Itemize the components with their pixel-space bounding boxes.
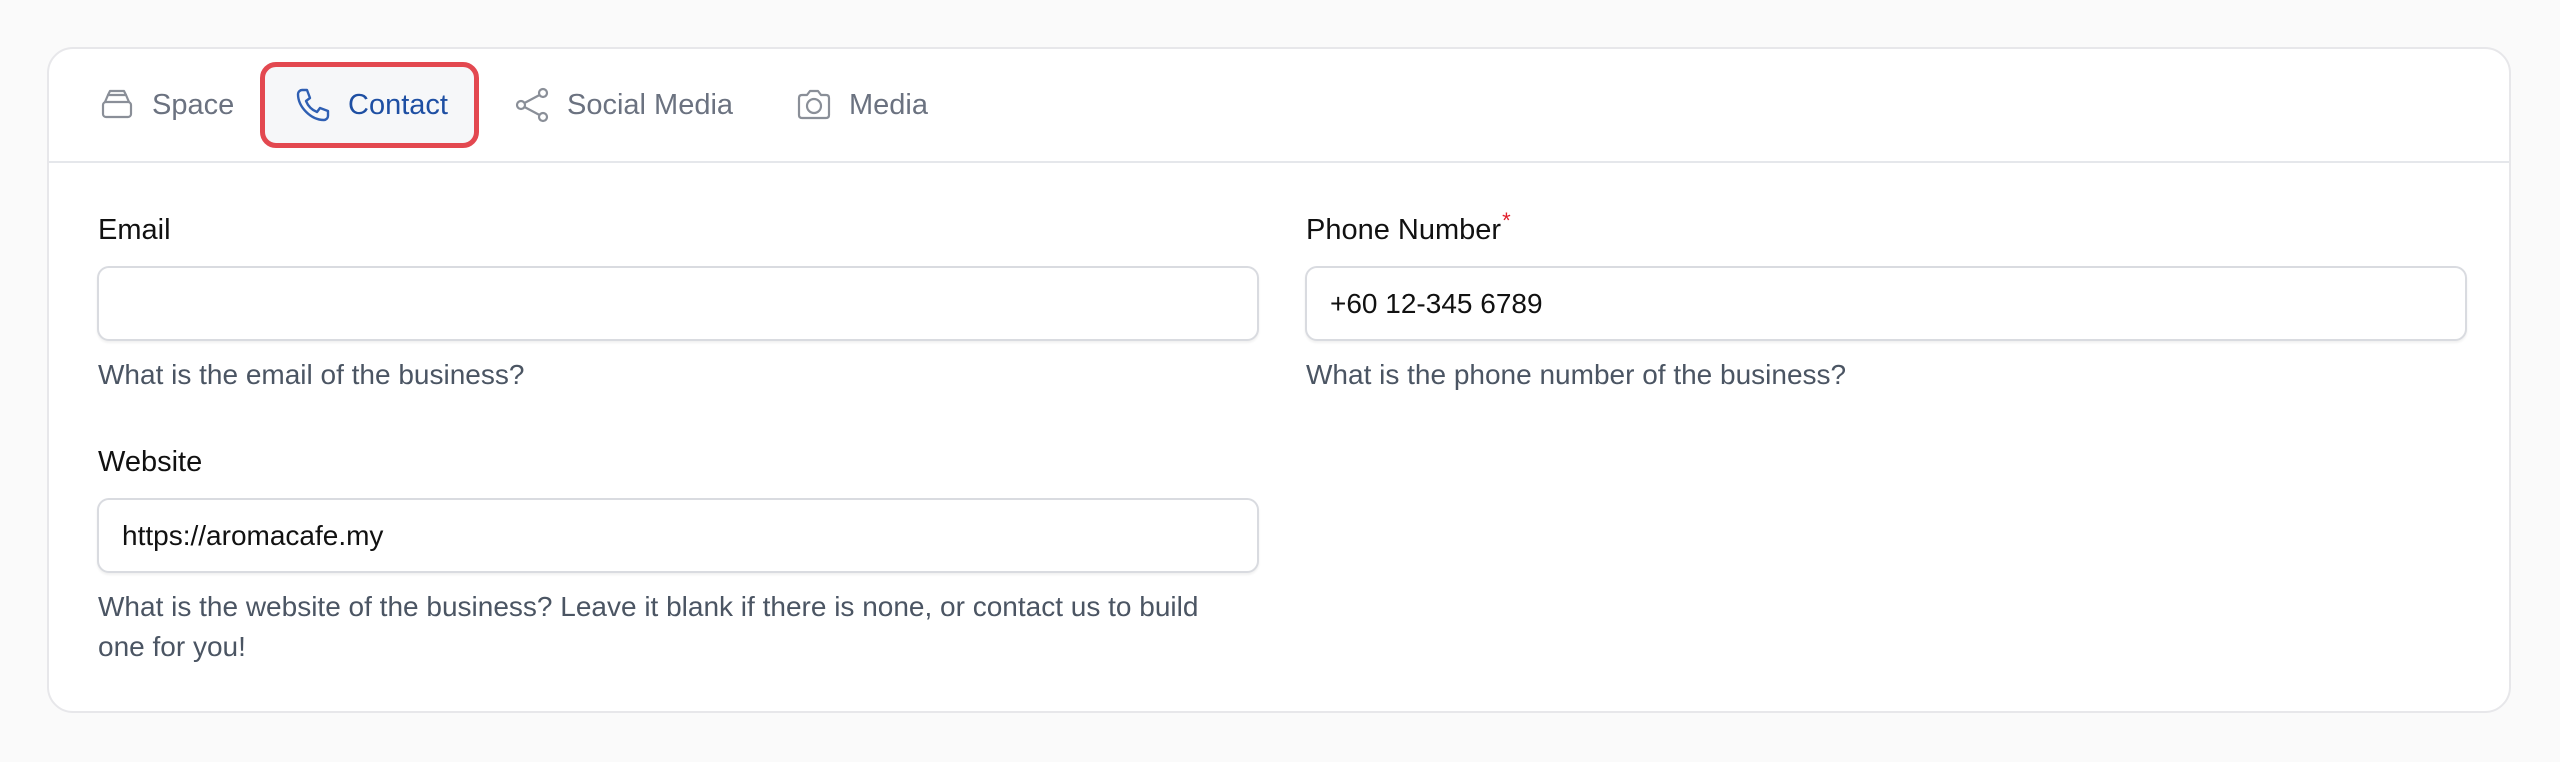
tab-label: Media (849, 88, 928, 121)
phone-number-field[interactable] (1305, 266, 2467, 341)
email-label: Email (98, 214, 171, 246)
tab-label: Space (152, 88, 235, 121)
tab-media[interactable]: Media (794, 62, 928, 148)
tab-space[interactable]: Space (97, 62, 234, 148)
required-mark: * (1502, 208, 1511, 233)
email-field[interactable] (97, 266, 1259, 341)
tab-bar: Space Contact Social Media Media (49, 49, 2509, 163)
share-icon (512, 85, 552, 125)
phone-number-label: Phone Number* (1306, 208, 1511, 247)
tab-contact[interactable]: Contact (260, 62, 479, 148)
contact-settings-card: Space Contact Social Media Media Email W… (47, 47, 2511, 713)
tab-label: Contact (348, 88, 448, 121)
phone-number-label-text: Phone Number (1306, 214, 1502, 246)
website-label: Website (98, 446, 203, 478)
phone-icon (293, 85, 333, 125)
website-help-text: What is the website of the business? Lea… (98, 591, 1199, 662)
tab-label: Social Media (567, 88, 734, 121)
layers-icon (97, 85, 137, 125)
phone-help-text: What is the phone number of the business… (1306, 359, 1847, 390)
email-help-text: What is the email of the business? (98, 359, 525, 390)
tab-social-media[interactable]: Social Media (512, 62, 733, 148)
website-field[interactable] (97, 498, 1259, 573)
camera-icon (794, 85, 834, 125)
